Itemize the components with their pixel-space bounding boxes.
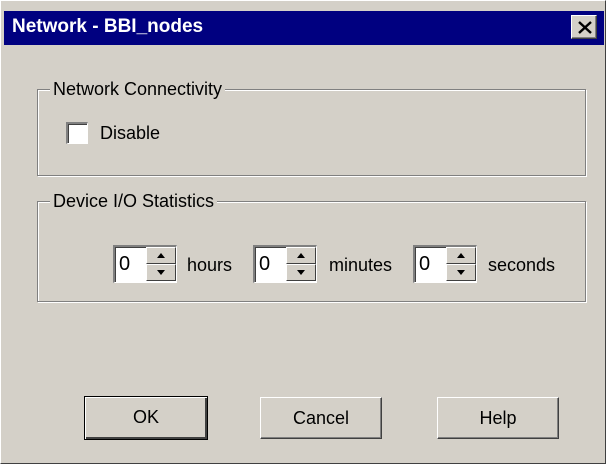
arrow-down-icon [157,270,165,275]
device-io-statistics-legend: Device I/O Statistics [50,190,218,212]
help-button[interactable]: Help [437,397,559,439]
hours-label: hours [187,255,233,275]
arrow-up-icon [297,253,305,258]
hours-up-button[interactable] [146,247,176,264]
disable-checkbox[interactable] [66,122,88,144]
network-connectivity-legend: Network Connectivity [50,78,226,100]
seconds-value[interactable]: 0 [419,251,430,277]
seconds-up-button[interactable] [446,247,476,264]
minutes-spin-buttons [286,247,316,282]
arrow-down-icon [297,270,305,275]
hours-down-button[interactable] [146,264,176,281]
title-bar[interactable]: Network - BBI_nodes [4,11,604,45]
minutes-down-button[interactable] [286,264,316,281]
network-connectivity-group: Network Connectivity Disable [37,78,586,176]
ok-button[interactable]: OK [84,396,208,440]
cancel-button[interactable]: Cancel [260,397,382,439]
arrow-up-icon [457,253,465,258]
network-dialog: Network - BBI_nodes Network Connectivity… [0,0,606,464]
minutes-label: minutes [329,255,393,275]
seconds-spin-buttons [446,247,476,282]
window-title: Network - BBI_nodes [12,16,204,37]
arrow-down-icon [457,270,465,275]
hours-spin-buttons [146,247,176,282]
seconds-spinner[interactable]: 0 [413,245,477,283]
arrow-up-icon [157,253,165,258]
disable-label[interactable]: Disable [100,122,160,144]
minutes-value[interactable]: 0 [259,251,270,277]
minutes-spinner[interactable]: 0 [253,245,317,283]
close-button[interactable] [571,15,597,39]
seconds-label: seconds [488,255,556,275]
close-icon [578,21,592,34]
hours-value[interactable]: 0 [119,251,130,277]
minutes-up-button[interactable] [286,247,316,264]
hours-spinner[interactable]: 0 [113,245,177,283]
seconds-down-button[interactable] [446,264,476,281]
